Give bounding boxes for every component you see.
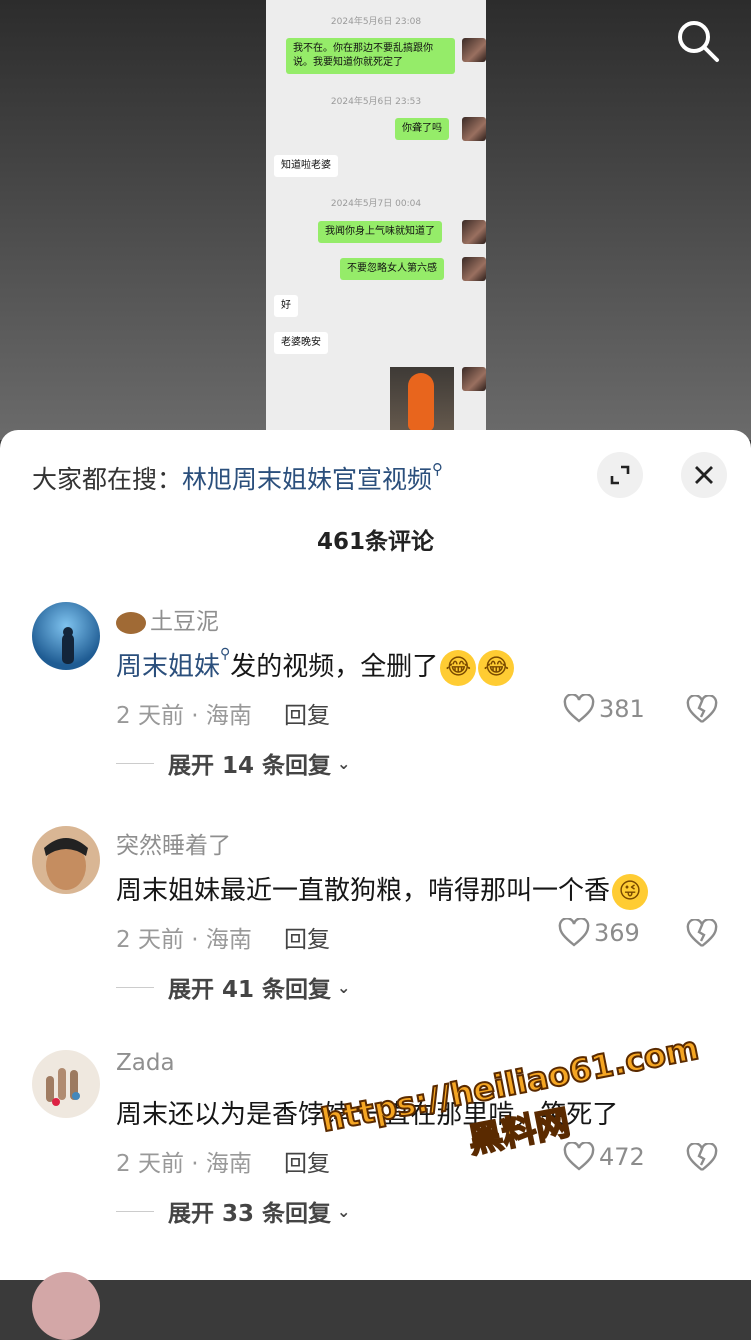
chat-bubble-them: 知道啦老婆 xyxy=(274,155,338,177)
chevron-down-icon: ⌄ xyxy=(337,977,351,997)
dislike-icon[interactable] xyxy=(686,1142,718,1177)
timestamp: 2024年5月7日 00:04 xyxy=(330,199,422,209)
laughing-emoji-icon: 😂 xyxy=(440,649,477,686)
expand-replies[interactable]: 展开 41 条回复 ⌄ xyxy=(116,970,350,1004)
avatar[interactable] xyxy=(32,1050,100,1118)
potato-emoji-icon xyxy=(116,611,146,634)
reply-button[interactable]: 回复 xyxy=(284,696,330,730)
heart-icon xyxy=(558,918,590,947)
heart-icon xyxy=(563,1142,595,1171)
avatar xyxy=(462,257,486,281)
expand-replies[interactable]: 展开 14 条回复 ⌄ xyxy=(116,746,350,780)
avatar xyxy=(462,117,486,141)
comment-meta: 2 天前 · 海南 xyxy=(116,1151,252,1177)
dislike-icon[interactable] xyxy=(686,918,718,953)
expand-icon[interactable] xyxy=(597,452,643,498)
mention-link[interactable]: 周末姐妹 xyxy=(116,652,220,682)
winking-tongue-emoji-icon: 😜 xyxy=(612,873,649,910)
search-icon[interactable] xyxy=(675,18,721,64)
timestamp: 2024年5月6日 23:53 xyxy=(330,97,422,107)
avatar xyxy=(462,220,486,244)
comment-username[interactable]: 突然睡着了 xyxy=(116,826,231,860)
comment-meta: 2 天前 · 海南 xyxy=(116,927,252,953)
chat-bubble-me: 你聋了吗 xyxy=(395,118,449,140)
chat-bubble-me: 我不在。你在那边不要乱搞跟你 说。我要知道你就死定了 xyxy=(286,38,455,74)
like-count: 381 xyxy=(599,695,645,723)
chevron-down-icon: ⌄ xyxy=(337,753,351,773)
comment-username[interactable]: Zada xyxy=(116,1050,175,1076)
close-icon[interactable] xyxy=(681,452,727,498)
like-button[interactable]: 369 xyxy=(558,918,640,948)
avatar[interactable] xyxy=(32,826,100,894)
like-count: 369 xyxy=(594,919,640,947)
chat-bubble-me: 不要忽略女人第六感 xyxy=(340,258,444,280)
reply-button[interactable]: 回复 xyxy=(284,1144,330,1178)
comment-text: 周末姐妹最近一直散狗粮，啃得那叫一个香 😜 xyxy=(116,870,649,910)
avatar xyxy=(462,38,486,62)
heart-icon xyxy=(563,694,595,723)
like-count: 472 xyxy=(599,1143,645,1171)
hot-search-link[interactable]: 林旭周末姐妹官宣视频 xyxy=(182,465,432,494)
comment-username[interactable]: 土豆泥 xyxy=(116,602,219,636)
search-small-icon: ⚲ xyxy=(432,460,444,478)
chat-bubble-me: 我闻你身上气味就知道了 xyxy=(318,221,442,243)
comment-count: 461条评论 xyxy=(316,529,434,555)
laughing-emoji-icon: 😂 xyxy=(478,649,515,686)
like-button[interactable]: 472 xyxy=(563,1142,645,1172)
avatar[interactable] xyxy=(32,602,100,670)
chat-screenshot-video[interactable]: 2024年5月6日 23:08 我不在。你在那边不要乱搞跟你 说。我要知道你就死… xyxy=(266,0,486,440)
avatar xyxy=(462,367,486,391)
comment-meta: 2 天前 · 海南 xyxy=(116,703,252,729)
hot-search-bar[interactable]: 大家都在搜：林旭周末姐妹官宣视频⚲ xyxy=(32,460,443,496)
like-button[interactable]: 381 xyxy=(563,694,645,724)
hot-search-prefix: 大家都在搜： xyxy=(32,465,183,494)
expand-replies[interactable]: 展开 33 条回复 ⌄ xyxy=(116,1194,350,1228)
avatar[interactable] xyxy=(32,1272,100,1340)
reply-button[interactable]: 回复 xyxy=(284,920,330,954)
search-small-icon: ⚲ xyxy=(220,646,231,662)
chat-bubble-them: 老婆晚安 xyxy=(274,332,328,354)
timestamp: 2024年5月6日 23:08 xyxy=(330,17,422,27)
chat-bubble-them: 好 xyxy=(274,295,298,317)
chevron-down-icon: ⌄ xyxy=(337,1201,351,1221)
comment-text: 周末姐妹⚲发的视频，全删了 😂 😂 xyxy=(116,646,515,686)
dislike-icon[interactable] xyxy=(686,694,718,729)
